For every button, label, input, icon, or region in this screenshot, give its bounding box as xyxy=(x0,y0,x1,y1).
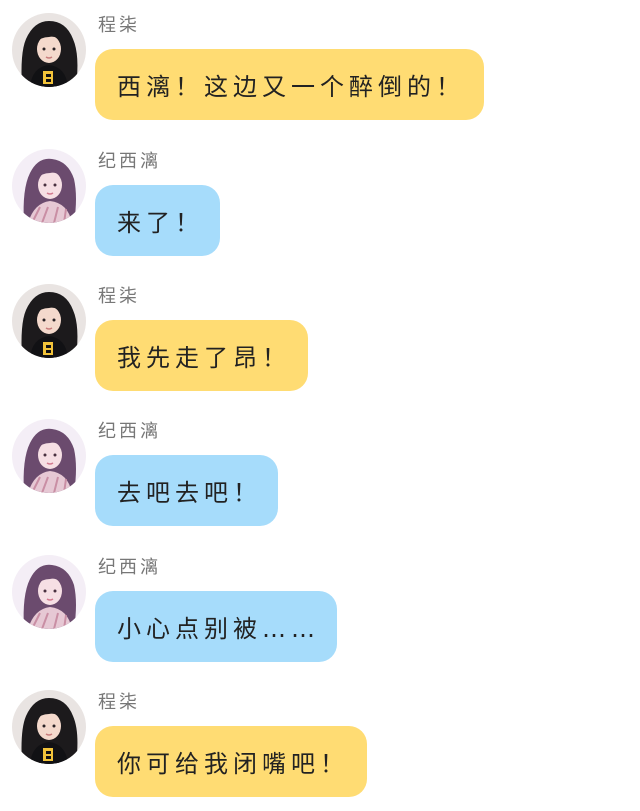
message-row: 纪西漓 小心点别被…… xyxy=(0,555,640,675)
message-row: 程柒 你可给我闭嘴吧！ xyxy=(0,690,640,810)
avatar-dark-hair-girl[interactable] xyxy=(12,284,86,358)
message-bubble[interactable]: 西漓！这边又一个醉倒的！ xyxy=(95,49,484,120)
message-row: 程柒 西漓！这边又一个醉倒的！ xyxy=(0,13,640,133)
message-row: 纪西漓 来了！ xyxy=(0,149,640,269)
avatar-dark-hair-girl[interactable] xyxy=(12,13,86,87)
sender-name: 纪西漓 xyxy=(98,421,161,442)
avatar-pink-filter-girl[interactable] xyxy=(12,419,86,493)
message-bubble[interactable]: 我先走了昂！ xyxy=(95,320,308,391)
sender-name: 程柒 xyxy=(98,692,140,713)
message-bubble[interactable]: 你可给我闭嘴吧！ xyxy=(95,726,367,797)
sender-name: 程柒 xyxy=(98,15,140,36)
message-bubble[interactable]: 小心点别被…… xyxy=(95,591,337,662)
message-bubble[interactable]: 来了！ xyxy=(95,185,220,256)
message-row: 纪西漓 去吧去吧！ xyxy=(0,419,640,539)
avatar-pink-filter-girl[interactable] xyxy=(12,555,86,629)
message-row: 程柒 我先走了昂！ xyxy=(0,284,640,404)
sender-name: 程柒 xyxy=(98,286,140,307)
avatar-dark-hair-girl[interactable] xyxy=(12,690,86,764)
sender-name: 纪西漓 xyxy=(98,557,161,578)
avatar-pink-filter-girl[interactable] xyxy=(12,149,86,223)
message-bubble[interactable]: 去吧去吧！ xyxy=(95,455,278,526)
sender-name: 纪西漓 xyxy=(98,151,161,172)
chat-thread: 程柒 西漓！这边又一个醉倒的！ 纪西漓 来了！ 程柒 我先走了昂！ 纪西漓 去吧… xyxy=(0,0,640,811)
